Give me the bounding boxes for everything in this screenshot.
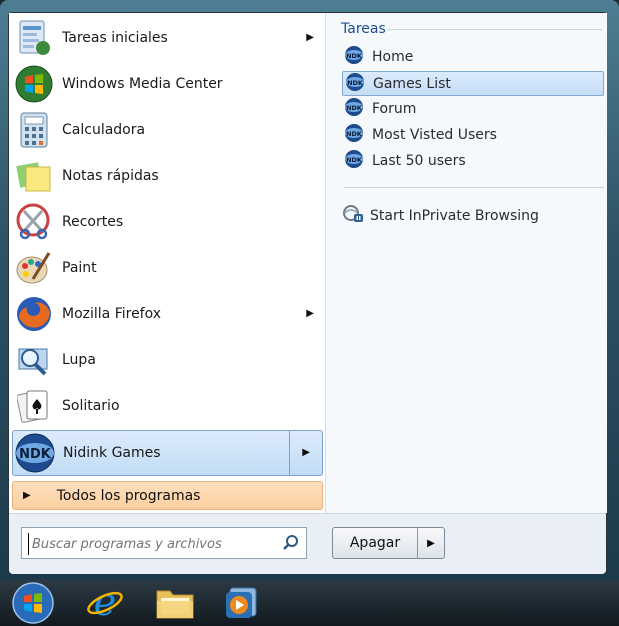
media-player-icon[interactable] [214,580,268,626]
ndk-icon: NDK [344,97,364,121]
explorer-folder-icon[interactable] [148,580,202,626]
shutdown-button-group: Apagar ▶ [332,527,445,559]
program-item-firefox[interactable]: Mozilla Firefox ▶ [12,292,322,336]
svg-text:NDK: NDK [347,79,364,87]
tasks-title: Tareas [341,21,386,37]
inprivate-icon [342,204,364,228]
svg-text:e: e [94,583,117,623]
task-start-inprivate[interactable]: Start InPrivate Browsing [342,205,539,227]
task-most-visited-users[interactable]: NDK Most Visted Users [342,123,602,146]
shutdown-button[interactable]: Apagar [333,528,417,558]
tasks-title-rule [388,29,602,30]
program-label: Calculadora [62,122,146,138]
program-item-notas-rapidas[interactable]: Notas rápidas [12,154,322,198]
start-orb-icon[interactable] [6,580,60,626]
program-item-paint[interactable]: Paint [12,246,322,290]
all-programs-button[interactable]: ▶ Todos los programas [12,481,323,510]
program-item-recortes[interactable]: Recortes [12,200,322,244]
task-forum[interactable]: NDK Forum [342,97,602,120]
firefox-icon [14,294,54,334]
paint-icon [14,248,54,288]
search-icon[interactable] [282,534,300,556]
task-last-50-users[interactable]: NDK Last 50 users [342,149,602,172]
media-center-icon [14,64,54,104]
ndk-icon: NDK [344,149,364,173]
calculator-icon [14,110,54,150]
task-games-list[interactable]: NDK Games List [342,71,604,96]
program-label: Mozilla Firefox [62,306,162,322]
svg-text:NDK: NDK [346,104,363,112]
program-item-solitario[interactable]: Solitario [12,384,322,428]
chevron-right-icon: ▶ [23,490,31,501]
program-label: Lupa [62,352,96,368]
task-label: Forum [372,100,417,117]
program-item-nidink-games[interactable]: NDK Nidink Games ▶ [12,430,323,476]
program-label: Tareas iniciales [62,30,168,46]
task-label: Games List [373,75,451,92]
task-home[interactable]: NDK Home [342,45,602,68]
task-label: Last 50 users [372,152,466,169]
task-label: Home [372,48,414,65]
task-label: Start InPrivate Browsing [370,208,539,224]
chevron-right-icon[interactable]: ▶ [306,32,314,43]
program-list: Tareas iniciales ▶ Windows Media Center [9,13,325,513]
program-label: Notas rápidas [62,168,159,184]
program-label: Nidink Games [63,445,161,461]
ndk-icon: NDK [344,45,364,69]
svg-text:NDK: NDK [346,130,363,138]
snipping-tool-icon [14,202,54,242]
program-item-media-center[interactable]: Windows Media Center [12,62,322,106]
tasks-divider [344,187,604,188]
ndk-icon: NDK [345,72,365,96]
chevron-right-icon: ▶ [427,537,435,549]
tasks-panel: Tareas NDK Home NDK Games List NDK Forum… [325,13,607,513]
search-box[interactable] [21,527,307,559]
chevron-right-icon[interactable]: ▶ [302,447,310,458]
ndk-icon: NDK [344,123,364,147]
chevron-right-icon[interactable]: ▶ [306,308,314,319]
magnifier-icon [14,340,54,380]
search-input[interactable] [28,533,278,555]
start-menu: Tareas iniciales ▶ Windows Media Center [8,12,607,574]
all-programs-label: Todos los programas [56,487,201,504]
task-label: Most Visted Users [372,126,497,143]
split-divider [289,431,290,475]
svg-text:NDK: NDK [346,156,363,164]
solitaire-icon [14,386,54,426]
program-item-tareas-iniciales[interactable]: Tareas iniciales ▶ [12,16,322,60]
program-item-lupa[interactable]: Lupa [12,338,322,382]
start-menu-footer: Apagar ▶ [9,513,606,574]
internet-explorer-icon[interactable]: e [78,580,132,626]
ndk-logo-text: NDK [19,447,52,462]
sticky-notes-icon [14,156,54,196]
program-label: Solitario [62,398,120,414]
getting-started-icon [14,18,54,58]
taskbar: e [0,580,619,626]
program-label: Windows Media Center [62,76,223,92]
shutdown-options-button[interactable]: ▶ [418,528,444,558]
ndk-logo-icon: NDK [15,433,55,473]
program-label: Paint [62,260,97,276]
program-label: Recortes [62,214,124,230]
svg-text:NDK: NDK [346,52,363,60]
program-item-calculadora[interactable]: Calculadora [12,108,322,152]
